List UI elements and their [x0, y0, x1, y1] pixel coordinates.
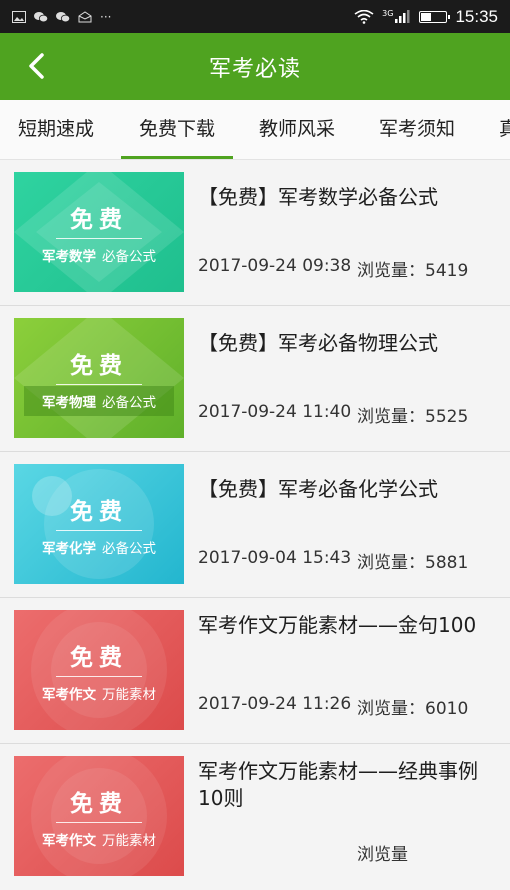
- item-title: 【免费】军考数学必备公式: [198, 185, 438, 209]
- views-label: 浏览量：: [357, 699, 425, 719]
- thumb-caption: 军考数学 必备公式: [42, 245, 156, 265]
- thumb-caption: 军考化学 必备公式: [42, 537, 156, 557]
- clock: 15:35: [455, 6, 498, 26]
- item-thumbnail: 免费 军考数学 必备公式: [14, 172, 184, 292]
- list-item[interactable]: 免费 军考物理 必备公式 【免费】军考必备物理公式 2017-09-24 11:4…: [0, 306, 510, 452]
- views-label: 浏览量：: [357, 261, 425, 281]
- item-title: 军考作文万能素材——金句100: [198, 613, 477, 637]
- thumb-subtitle: 必备公式: [102, 540, 156, 557]
- free-label: 免费: [56, 784, 142, 823]
- download-list: 免费 军考数学 必备公式 【免费】军考数学必备公式 2017-09-24 09:3…: [0, 160, 510, 890]
- back-button[interactable]: [18, 48, 54, 84]
- item-views: 浏览量：5525: [357, 402, 468, 427]
- mail-icon: [78, 10, 92, 22]
- network-type: 3G: [382, 9, 394, 18]
- wechat-icon: [56, 11, 70, 22]
- tab-short-term[interactable]: 短期速成: [18, 100, 94, 159]
- thumb-subtitle: 必备公式: [102, 394, 156, 411]
- chevron-left-icon: [29, 53, 44, 79]
- item-title: 军考作文万能素材——经典事例10则: [198, 759, 478, 810]
- item-title: 【免费】军考必备化学公式: [198, 477, 438, 501]
- thumb-subject: 军考数学: [42, 248, 96, 265]
- more-notifications: ···: [100, 9, 112, 24]
- app-header: 军考必读: [0, 33, 510, 100]
- thumb-subtitle: 万能素材: [102, 686, 156, 703]
- tab-teachers[interactable]: 教师风采: [259, 100, 335, 159]
- thumb-subtitle: 万能素材: [102, 832, 156, 849]
- thumb-subject: 军考物理: [42, 394, 96, 411]
- item-date: 2017-09-24 11:26: [198, 694, 352, 714]
- thumb-caption: 军考作文 万能素材: [42, 829, 156, 849]
- list-item[interactable]: 免费 军考作文 万能素材 军考作文万能素材——经典事例10则 浏览量: [0, 744, 510, 890]
- item-views: 浏览量：6010: [357, 694, 468, 719]
- item-views: 浏览量：5419: [357, 256, 468, 281]
- free-label: 免费: [56, 200, 142, 239]
- status-right: 3G 15:35: [354, 7, 498, 27]
- list-item[interactable]: 免费 军考数学 必备公式 【免费】军考数学必备公式 2017-09-24 09:3…: [0, 160, 510, 306]
- views-count: 6010: [425, 699, 469, 719]
- wifi-icon: [354, 9, 374, 24]
- item-date: 2017-09-04 15:43: [198, 548, 352, 568]
- thumb-subject: 军考作文: [42, 686, 96, 703]
- item-views: 浏览量: [357, 840, 408, 865]
- battery-icon: [419, 10, 451, 23]
- thumb-caption: 军考物理 必备公式: [42, 391, 156, 411]
- views-count: 5881: [425, 553, 469, 573]
- page-title: 军考必读: [208, 56, 301, 82]
- list-item[interactable]: 免费 军考作文 万能素材 军考作文万能素材——金句100 2017-09-24 1…: [0, 598, 510, 744]
- thumb-subject: 军考化学: [42, 540, 96, 557]
- thumb-subtitle: 必备公式: [102, 248, 156, 265]
- free-label: 免费: [56, 638, 142, 677]
- views-label: 浏览量: [357, 845, 408, 865]
- item-thumbnail: 免费 军考作文 万能素材: [14, 756, 184, 876]
- item-date: 2017-09-24 09:38: [198, 256, 352, 276]
- views-label: 浏览量：: [357, 407, 425, 427]
- item-thumbnail: 免费 军考作文 万能素材: [14, 610, 184, 730]
- item-thumbnail: 免费 军考化学 必备公式: [14, 464, 184, 584]
- item-views: 浏览量：5881: [357, 548, 468, 573]
- thumb-subject: 军考作文: [42, 832, 96, 849]
- views-count: 5419: [425, 261, 469, 281]
- item-date: 2017-09-24 11:40: [198, 402, 352, 422]
- category-tabs: 短期速成 免费下载 教师风采 军考须知 真: [0, 100, 510, 160]
- list-item[interactable]: 免费 军考化学 必备公式 【免费】军考必备化学公式 2017-09-04 15:4…: [0, 452, 510, 598]
- wechat-icon: [34, 11, 48, 22]
- views-count: 5525: [425, 407, 469, 427]
- signal-icon: [395, 10, 410, 23]
- tab-free-download[interactable]: 免费下载: [120, 100, 234, 159]
- thumb-caption: 军考作文 万能素材: [42, 683, 156, 703]
- status-left: ···: [12, 10, 111, 24]
- free-label: 免费: [56, 346, 142, 385]
- tab-real-exams[interactable]: 真: [499, 100, 510, 159]
- item-thumbnail: 免费 军考物理 必备公式: [14, 318, 184, 438]
- item-title: 【免费】军考必备物理公式: [198, 331, 438, 355]
- free-label: 免费: [56, 492, 142, 531]
- views-label: 浏览量：: [357, 553, 425, 573]
- tab-exam-notice[interactable]: 军考须知: [379, 100, 455, 159]
- status-bar: ··· 3G 15:35: [0, 0, 510, 33]
- image-icon: [12, 10, 26, 23]
